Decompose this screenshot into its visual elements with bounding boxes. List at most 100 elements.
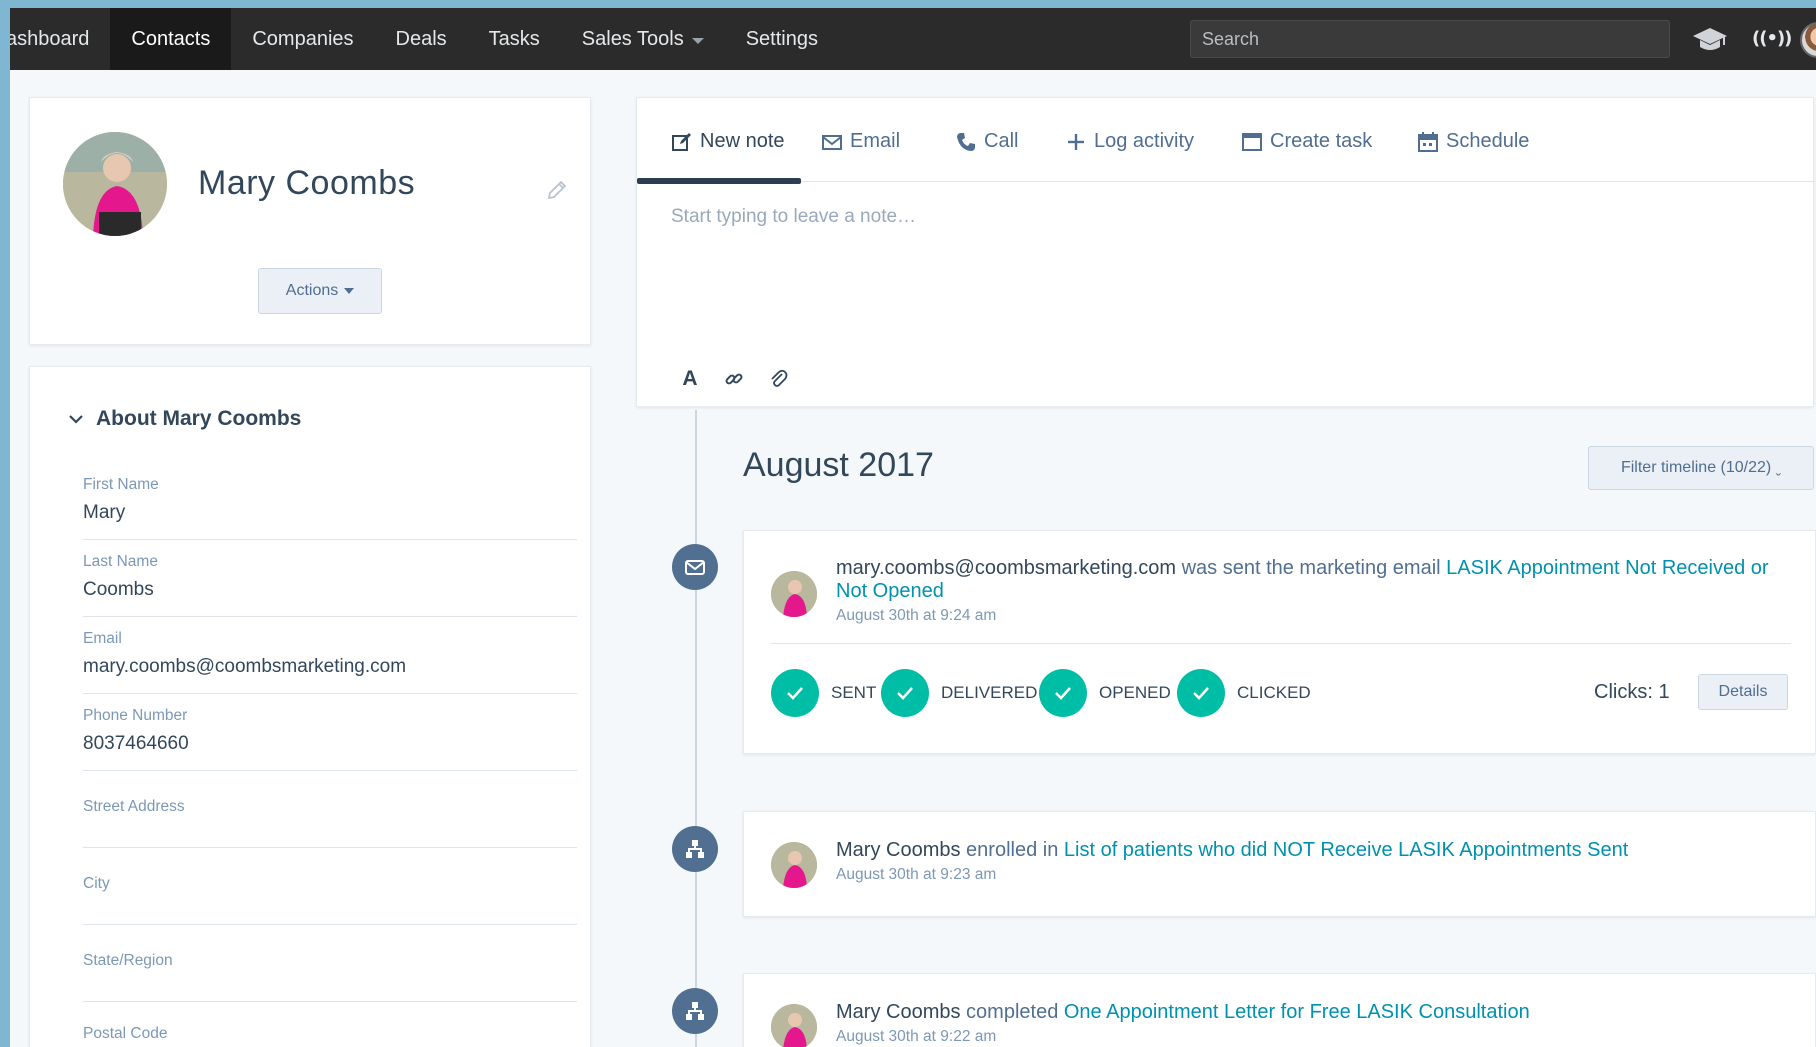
field-phone-number[interactable]: Phone Number 8037464660 <box>83 699 577 771</box>
contact-name: Mary Coombs <box>198 164 416 202</box>
text-format-icon[interactable]: A <box>677 366 703 392</box>
field-last-name[interactable]: Last Name Coombs <box>83 545 577 617</box>
workflow-event-icon <box>672 988 718 1034</box>
nav-contacts[interactable]: Contacts <box>110 8 232 70</box>
nav-deals-label: Deals <box>395 27 447 50</box>
field-email[interactable]: Email mary.coombs@coombsmarketing.com <box>83 622 577 694</box>
check-icon <box>1039 669 1087 717</box>
chevron-down-icon <box>69 415 83 424</box>
event-verb: was sent the marketing email <box>1176 557 1447 579</box>
nav-deals[interactable]: Deals <box>375 8 468 70</box>
tab-email-label: Email <box>850 130 901 152</box>
envelope-icon <box>822 134 842 150</box>
timeline-line <box>695 410 697 1047</box>
nav-companies[interactable]: Companies <box>231 8 374 70</box>
event-subject: mary.coombs@coombsmarketing.com <box>836 557 1177 579</box>
field-first-name[interactable]: First Name Mary <box>83 468 577 540</box>
tab-log-activity-label: Log activity <box>1094 130 1195 152</box>
field-state-region[interactable]: State/Region <box>83 930 577 1002</box>
timeline-event-completed: Mary Coombs completed One Appointment Le… <box>743 973 1816 1047</box>
workflow-icon <box>686 840 704 858</box>
nav-settings[interactable]: Settings <box>725 8 839 70</box>
field-street-address[interactable]: Street Address <box>83 776 577 848</box>
nav-dashboard[interactable]: ashboard <box>10 8 110 70</box>
event-text: mary.coombs@coombsmarketing.com was sent… <box>836 557 1786 603</box>
link-icon[interactable] <box>721 366 747 392</box>
attachment-icon[interactable] <box>765 366 791 392</box>
tab-new-note-label: New note <box>700 130 785 152</box>
event-subject: Mary Coombs <box>836 839 961 861</box>
status-label: CLICKED <box>1237 683 1311 702</box>
field-label: City <box>83 875 110 892</box>
nav-sales-tools[interactable]: Sales Tools <box>561 8 725 70</box>
event-subject: Mary Coombs <box>836 1001 961 1023</box>
field-value: mary.coombs@coombsmarketing.com <box>83 656 407 677</box>
field-value: 8037464660 <box>83 733 189 754</box>
check-icon <box>881 669 929 717</box>
event-verb: completed <box>960 1001 1064 1023</box>
about-title: About Mary Coombs <box>96 407 302 430</box>
nav-tasks[interactable]: Tasks <box>468 8 561 70</box>
field-label: Phone Number <box>83 707 188 724</box>
nav-settings-label: Settings <box>745 27 818 50</box>
event-verb: enrolled in <box>960 839 1064 861</box>
timeline-month: August 2017 <box>743 446 934 484</box>
profile-card: Mary Coombs Actions <box>29 97 591 345</box>
task-icon <box>1242 132 1262 151</box>
tab-log-activity[interactable]: Log activity <box>1065 130 1194 153</box>
status-sent: SENT <box>771 669 876 717</box>
status-opened: OPENED <box>1039 669 1171 717</box>
event-link[interactable]: List of patients who did NOT Receive LAS… <box>1064 839 1628 861</box>
event-link[interactable]: One Appointment Letter for Free LASIK Co… <box>1064 1001 1530 1023</box>
app-frame: ashboard Contacts Companies Deals Tasks … <box>0 0 1816 1047</box>
search-input[interactable] <box>1190 20 1670 58</box>
phone-icon <box>957 132 975 151</box>
field-label: First Name <box>83 476 159 493</box>
tab-create-task[interactable]: Create task <box>1241 130 1372 153</box>
actions-button[interactable]: Actions <box>258 268 382 314</box>
nav-tasks-label: Tasks <box>488 27 540 50</box>
tab-email[interactable]: Email <box>821 130 900 153</box>
field-city[interactable]: City <box>83 853 577 925</box>
status-clicked: CLICKED <box>1177 669 1311 717</box>
chevron-down-icon <box>691 37 704 44</box>
contact-photo <box>63 132 167 236</box>
timeline-event-email: mary.coombs@coombsmarketing.com was sent… <box>743 530 1816 754</box>
activity-tabs: New note Email Call Log activity Create … <box>637 98 1815 184</box>
avatar <box>771 571 817 617</box>
details-button[interactable]: Details <box>1698 674 1788 710</box>
status-label: SENT <box>831 683 877 702</box>
filter-timeline-button[interactable]: Filter timeline (10/22) ˬ <box>1588 446 1814 490</box>
status-label: OPENED <box>1099 683 1171 702</box>
user-avatar[interactable] <box>1800 22 1816 58</box>
pencil-icon[interactable] <box>545 178 569 202</box>
event-timestamp: August 30th at 9:23 am <box>836 866 997 883</box>
broadcast-icon[interactable]: ((•)) <box>1752 28 1792 49</box>
tab-schedule[interactable]: Schedule <box>1417 130 1529 153</box>
event-timestamp: August 30th at 9:24 am <box>836 607 997 624</box>
avatar <box>771 1004 817 1047</box>
timeline-event-enrolled: Mary Coombs enrolled in List of patients… <box>743 811 1816 917</box>
top-nav: ashboard Contacts Companies Deals Tasks … <box>10 8 1816 70</box>
nav-companies-label: Companies <box>252 27 354 50</box>
graduation-cap-icon[interactable] <box>1692 26 1728 52</box>
active-tab-indicator <box>637 178 801 184</box>
event-text: Mary Coombs completed One Appointment Le… <box>836 1001 1786 1024</box>
tab-create-task-label: Create task <box>1270 130 1373 152</box>
nav-contacts-label: Contacts <box>131 27 211 50</box>
field-postal-code[interactable]: Postal Code <box>83 1007 577 1047</box>
tab-schedule-label: Schedule <box>1446 130 1530 152</box>
actions-label: Actions <box>285 282 339 299</box>
event-text: Mary Coombs enrolled in List of patients… <box>836 839 1786 862</box>
field-label: Last Name <box>83 553 158 570</box>
tab-call[interactable]: Call <box>955 130 1018 153</box>
note-input[interactable] <box>657 198 1787 328</box>
caret-down-icon <box>344 288 355 294</box>
tab-new-note[interactable]: New note <box>671 130 785 153</box>
field-label: Postal Code <box>83 1025 168 1042</box>
about-section-toggle[interactable]: About Mary Coombs <box>68 407 301 431</box>
clicks-count: Clicks: 1 <box>1594 681 1670 703</box>
envelope-icon <box>685 560 705 575</box>
event-timestamp: August 30th at 9:22 am <box>836 1028 997 1045</box>
tab-call-label: Call <box>984 130 1019 152</box>
